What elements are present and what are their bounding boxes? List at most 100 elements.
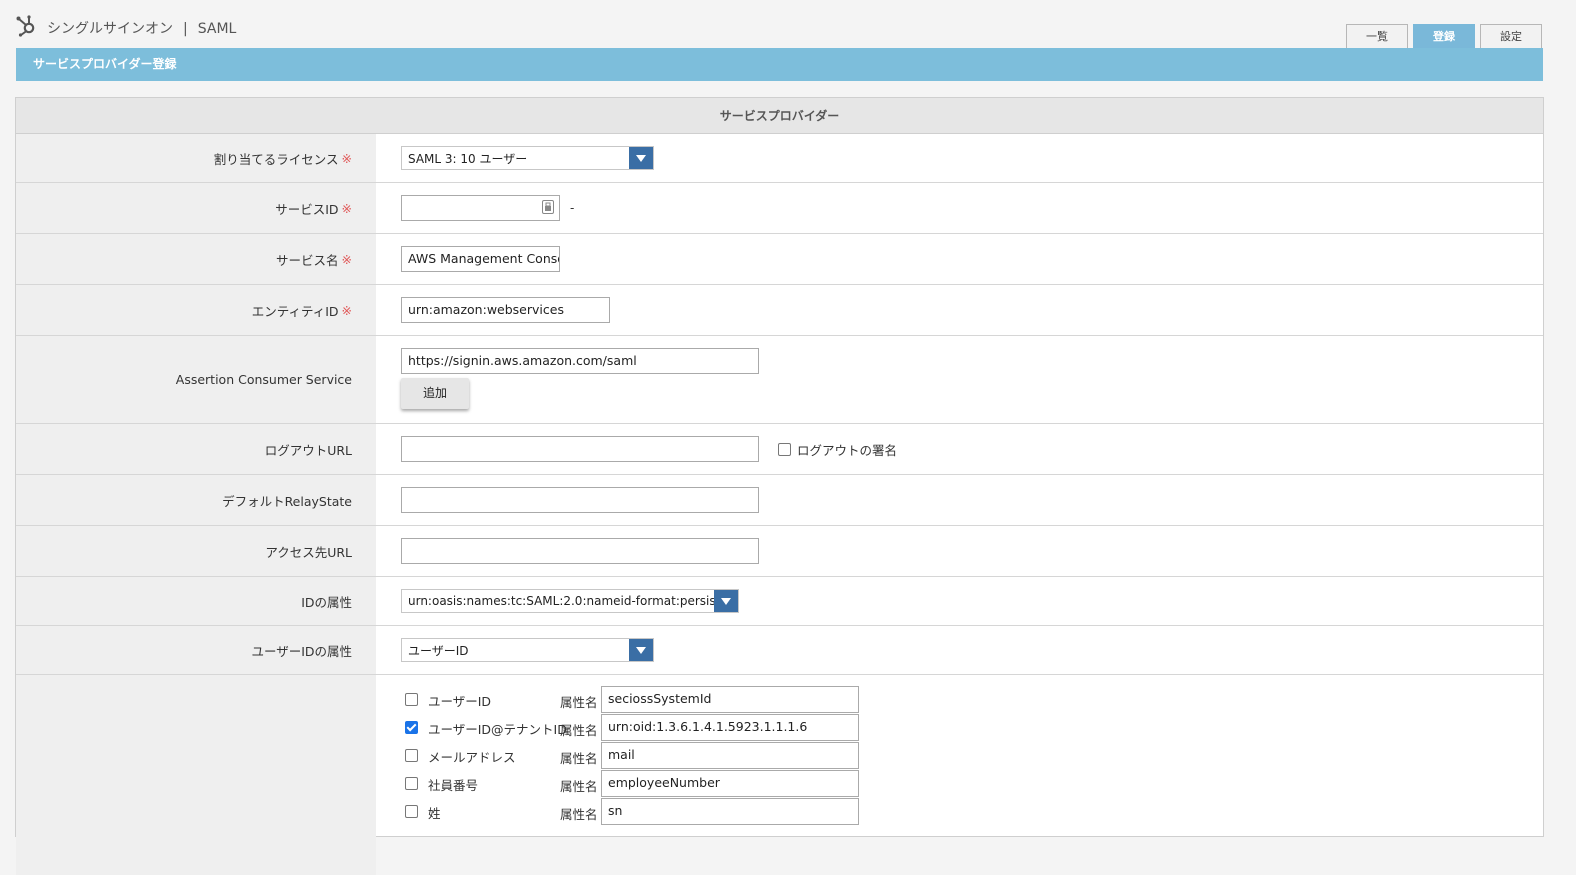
- logout-url-value-cell: ログアウトの署名: [376, 424, 1543, 474]
- service-provider-panel: サービスプロバイダー 割り当てるライセンス ※ SAML 3: 10 ユーザー サ…: [15, 97, 1544, 875]
- id-attribute-row: IDの属性 urn:oasis:names:tc:SAML:2.0:nameid…: [16, 577, 1543, 626]
- chevron-down-icon: [629, 147, 653, 169]
- attribute-item: ユーザーID@テナントID 属性名 urn:oid:1.3.6.1.4.1.59…: [401, 713, 859, 741]
- relay-state-row: デフォルトRelayState: [16, 475, 1543, 526]
- attribute-item: ユーザーID 属性名 seciossSystemId: [401, 685, 859, 713]
- attribute-item: メールアドレス 属性名 mail: [401, 741, 859, 769]
- acs-label-cell: Assertion Consumer Service: [16, 336, 376, 423]
- attribute-name-label: 属性名: [560, 751, 598, 766]
- logout-url-input[interactable]: [401, 436, 759, 462]
- service-name-input[interactable]: AWS Management Console: [401, 246, 560, 272]
- attribute-name-label: 属性名: [560, 779, 598, 794]
- top-bar: シングルサインオン | SAML 一覧 登録 設定: [0, 0, 1576, 48]
- logout-sign-label: ログアウトの署名: [797, 442, 898, 458]
- user-id-attribute-label-cell: ユーザーIDの属性: [16, 626, 376, 674]
- acs-label: Assertion Consumer Service: [175, 372, 352, 387]
- tab-settings[interactable]: 設定: [1480, 24, 1542, 48]
- attribute-name: ユーザーID@テナントID: [428, 722, 567, 737]
- logout-url-row: ログアウトURL ログアウトの署名: [16, 424, 1543, 475]
- license-select-value: SAML 3: 10 ユーザー: [408, 151, 528, 166]
- chevron-down-icon: [629, 639, 653, 661]
- chevron-down-icon: [714, 590, 738, 612]
- attributes-label-cell: [16, 675, 376, 875]
- attribute-name-label: 属性名: [560, 723, 598, 738]
- entity-id-label: エンティティID: [251, 303, 339, 319]
- attribute-name: 姓: [428, 806, 441, 821]
- relay-state-label: デフォルトRelayState: [222, 493, 352, 509]
- attribute-item: 姓 属性名 sn: [401, 797, 859, 825]
- entity-id-input[interactable]: urn:amazon:webservices: [401, 297, 610, 323]
- id-attribute-label-cell: IDの属性: [16, 577, 376, 625]
- access-url-label: アクセス先URL: [265, 544, 352, 560]
- service-name-row: サービス名 ※ AWS Management Console: [16, 234, 1543, 285]
- acs-value-cell: https://signin.aws.amazon.com/saml 追加: [376, 336, 1543, 423]
- id-attribute-label: IDの属性: [301, 594, 352, 610]
- attribute-value-input[interactable]: employeeNumber: [601, 770, 859, 797]
- license-label-cell: 割り当てるライセンス ※: [16, 134, 376, 182]
- app-name: シングルサインオン: [47, 21, 173, 37]
- license-value-cell: SAML 3: 10 ユーザー: [376, 134, 1543, 182]
- id-attribute-select[interactable]: urn:oasis:names:tc:SAML:2.0:nameid-forma…: [401, 589, 739, 613]
- attribute-value-input[interactable]: sn: [601, 798, 859, 825]
- service-id-input[interactable]: [401, 195, 560, 221]
- section-name: SAML: [197, 21, 237, 37]
- user-id-attribute-select-value: ユーザーID: [408, 643, 469, 658]
- acs-url-input[interactable]: https://signin.aws.amazon.com/saml: [401, 348, 759, 374]
- add-acs-button[interactable]: 追加: [401, 378, 469, 409]
- id-attribute-value-cell: urn:oasis:names:tc:SAML:2.0:nameid-forma…: [376, 577, 1543, 625]
- acs-row: Assertion Consumer Service https://signi…: [16, 336, 1543, 424]
- service-name-label: サービス名: [276, 252, 339, 268]
- attribute-value-input[interactable]: urn:oid:1.3.6.1.4.1.5923.1.1.1.6: [601, 714, 859, 741]
- attribute-item: 社員番号 属性名 employeeNumber: [401, 769, 859, 797]
- title-separator: |: [183, 21, 188, 37]
- access-url-row: アクセス先URL: [16, 526, 1543, 577]
- license-label: 割り当てるライセンス: [213, 151, 339, 167]
- service-id-suffix: -: [570, 201, 575, 215]
- attributes-value-cell: ユーザーID 属性名 seciossSystemId ユーザーID@テナントID…: [376, 675, 1543, 875]
- relay-state-value-cell: [376, 475, 1543, 525]
- logout-url-label-cell: ログアウトURL: [16, 424, 376, 474]
- access-url-input[interactable]: [401, 538, 759, 564]
- attribute-value-input[interactable]: seciossSystemId: [601, 686, 859, 713]
- license-select[interactable]: SAML 3: 10 ユーザー: [401, 146, 654, 170]
- user-id-attribute-value-cell: ユーザーID: [376, 626, 1543, 674]
- attributes-row: ユーザーID 属性名 seciossSystemId ユーザーID@テナントID…: [16, 675, 1543, 875]
- relay-state-input[interactable]: [401, 487, 759, 513]
- attribute-checkbox[interactable]: [405, 776, 418, 790]
- required-mark: ※: [341, 150, 352, 166]
- panel-title: サービスプロバイダー: [16, 98, 1543, 134]
- tab-bar: 一覧 登録 設定: [1346, 24, 1547, 48]
- service-id-row: サービスID ※ -: [16, 183, 1543, 234]
- hub-logo-icon: [16, 15, 35, 37]
- logout-sign-checkbox[interactable]: [778, 442, 791, 456]
- service-id-value-cell: -: [376, 183, 1543, 233]
- attribute-name: 社員番号: [428, 778, 479, 793]
- required-mark: ※: [341, 302, 352, 318]
- service-name-label-cell: サービス名 ※: [16, 234, 376, 284]
- attribute-value-input[interactable]: mail: [601, 742, 859, 769]
- tab-list[interactable]: 一覧: [1346, 24, 1408, 48]
- license-row: 割り当てるライセンス ※ SAML 3: 10 ユーザー: [16, 134, 1543, 183]
- service-id-label: サービスID: [275, 201, 339, 217]
- relay-state-label-cell: デフォルトRelayState: [16, 475, 376, 525]
- attribute-checkbox[interactable]: [405, 692, 418, 706]
- attribute-name-label: 属性名: [560, 695, 598, 710]
- attribute-checkbox[interactable]: [405, 748, 418, 762]
- id-attribute-select-value: urn:oasis:names:tc:SAML:2.0:nameid-forma…: [408, 594, 714, 608]
- password-manager-icon[interactable]: [542, 200, 554, 214]
- user-id-attribute-row: ユーザーIDの属性 ユーザーID: [16, 626, 1543, 675]
- section-banner: サービスプロバイダー登録: [16, 48, 1543, 81]
- required-mark: ※: [341, 200, 352, 216]
- user-id-attribute-select[interactable]: ユーザーID: [401, 638, 654, 662]
- access-url-value-cell: [376, 526, 1543, 576]
- service-id-label-cell: サービスID ※: [16, 183, 376, 233]
- attribute-checkbox[interactable]: [405, 720, 418, 734]
- entity-id-label-cell: エンティティID ※: [16, 285, 376, 335]
- attribute-checkbox[interactable]: [405, 804, 418, 818]
- access-url-label-cell: アクセス先URL: [16, 526, 376, 576]
- attribute-name: メールアドレス: [428, 750, 516, 765]
- tab-register[interactable]: 登録: [1413, 24, 1475, 48]
- page-title: シングルサインオン | SAML: [47, 18, 236, 38]
- attribute-name: ユーザーID: [428, 694, 492, 709]
- service-name-value-cell: AWS Management Console: [376, 234, 1543, 284]
